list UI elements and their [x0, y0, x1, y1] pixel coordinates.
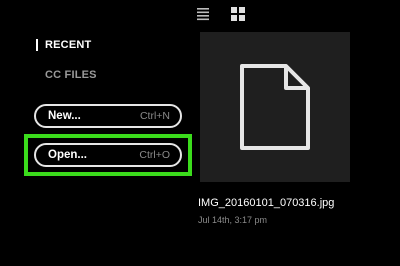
active-indicator [36, 39, 38, 51]
sidebar-item-label: RECENT [45, 39, 92, 51]
new-button-label: New... [48, 110, 81, 122]
new-button-shortcut: Ctrl+N [139, 110, 170, 122]
view-toolbar [196, 6, 256, 24]
open-button-shortcut: Ctrl+O [139, 149, 170, 161]
recent-file-thumbnail[interactable] [200, 32, 350, 182]
sidebar-nav: RECENT CC FILES [36, 36, 176, 96]
recent-file-name[interactable]: IMG_20160101_070316.jpg [198, 197, 334, 209]
document-icon [236, 62, 314, 152]
grid-view-icon[interactable] [230, 6, 246, 22]
sidebar-item-cc-files[interactable]: CC FILES [36, 66, 176, 84]
sidebar-item-label: CC FILES [45, 69, 97, 81]
open-document-button[interactable]: Open... Ctrl+O [34, 143, 182, 167]
list-view-icon[interactable] [196, 6, 212, 22]
document-start-screen: RECENT CC FILES New... Ctrl+N Open... Ct… [0, 0, 400, 266]
recent-file-date: Jul 14th, 3:17 pm [198, 215, 268, 225]
new-document-button[interactable]: New... Ctrl+N [34, 104, 182, 128]
open-button-label: Open... [48, 149, 87, 161]
sidebar-item-recent[interactable]: RECENT [36, 36, 176, 54]
